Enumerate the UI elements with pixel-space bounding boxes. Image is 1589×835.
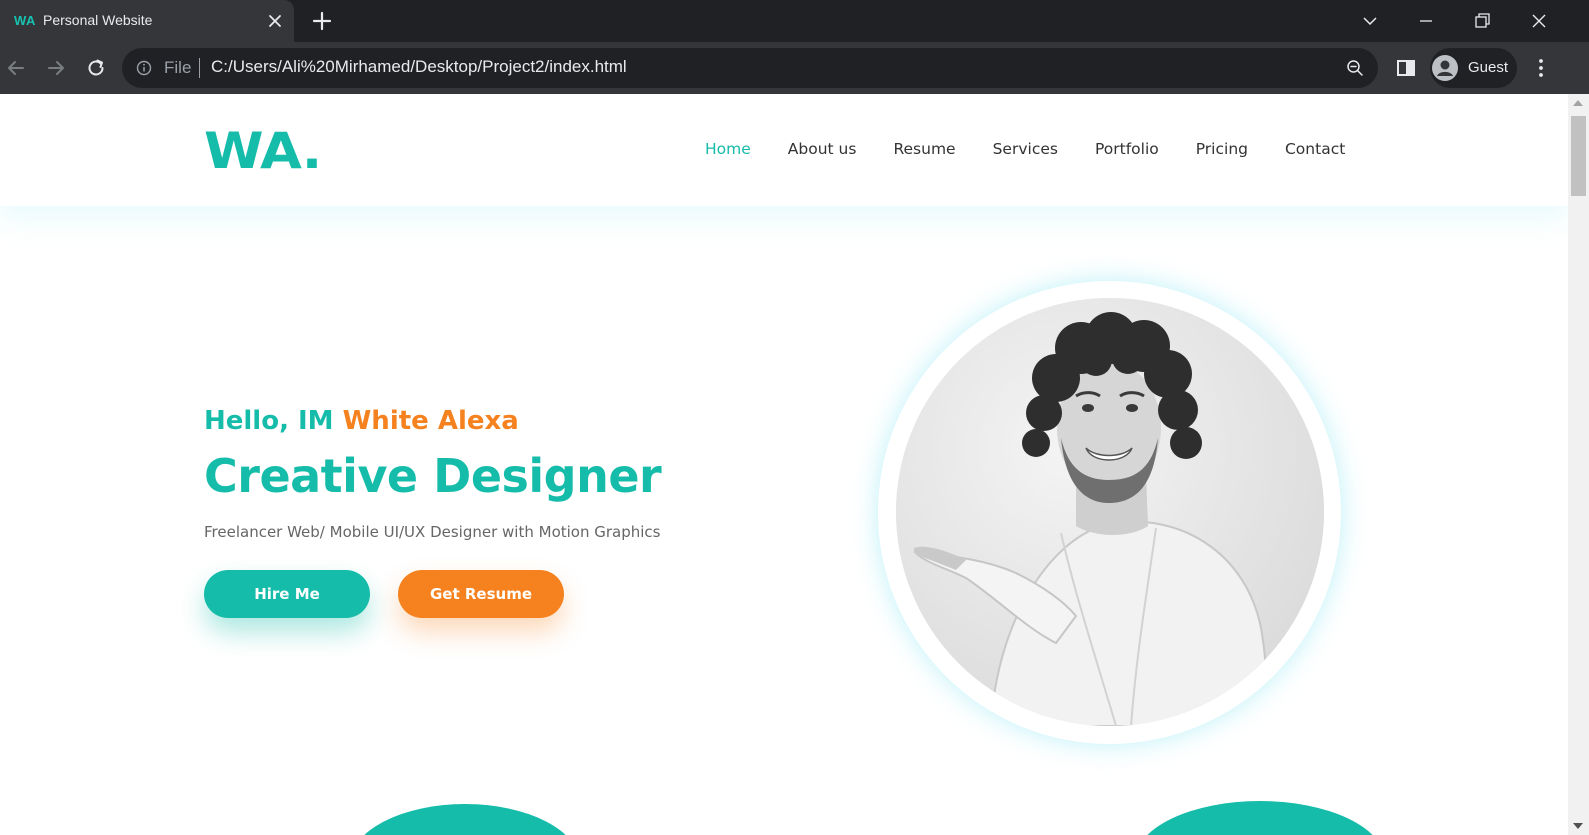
nav-resume[interactable]: Resume <box>893 140 955 158</box>
tab-favicon: WA <box>14 13 36 28</box>
new-tab-icon[interactable] <box>311 10 333 32</box>
tab-search-chevron-icon[interactable] <box>1359 10 1381 32</box>
reload-icon[interactable] <box>84 56 108 80</box>
address-separator <box>199 58 200 78</box>
scroll-down-arrow-icon[interactable] <box>1573 823 1583 829</box>
back-arrow-icon[interactable] <box>4 56 28 80</box>
profile-label: Guest <box>1468 59 1509 76</box>
page-viewport: WA. Home About us Resume Services Portfo… <box>0 94 1568 835</box>
site-header: WA. Home About us Resume Services Portfo… <box>0 94 1568 206</box>
nav-about-us[interactable]: About us <box>788 140 857 158</box>
hero-greeting-prefix: Hello, IM <box>204 406 334 436</box>
address-url-text[interactable]: C:/Users/Ali%20Mirhamed/Desktop/Project2… <box>211 57 627 77</box>
decorative-wave-right <box>1135 801 1385 835</box>
site-info-icon[interactable] <box>136 60 152 76</box>
address-bar[interactable]: File C:/Users/Ali%20Mirhamed/Desktop/Pro… <box>122 48 1378 88</box>
nav-contact[interactable]: Contact <box>1285 140 1345 158</box>
hire-me-button[interactable]: Hire Me <box>204 570 370 618</box>
nav-portfolio[interactable]: Portfolio <box>1095 140 1159 158</box>
hero-name: White Alexa <box>342 406 519 436</box>
browser-toolbar: File C:/Users/Ali%20Mirhamed/Desktop/Pro… <box>0 42 1589 94</box>
side-panel-icon[interactable] <box>1394 56 1418 80</box>
kebab-menu-icon[interactable] <box>1529 56 1553 80</box>
minimize-icon[interactable] <box>1415 10 1437 32</box>
page-scrollbar[interactable] <box>1568 94 1589 835</box>
profile-button[interactable]: Guest <box>1430 48 1517 88</box>
hero-greeting: Hello, IM White Alexa <box>204 406 519 436</box>
main-nav: Home About us Resume Services Portfolio … <box>705 140 1382 158</box>
hero-title: Creative Designer <box>204 449 662 503</box>
nav-pricing[interactable]: Pricing <box>1196 140 1248 158</box>
browser-tabstrip: WA Personal Website <box>0 0 1589 42</box>
get-resume-button[interactable]: Get Resume <box>398 570 564 618</box>
decorative-wave-left <box>350 804 580 835</box>
profile-photo <box>896 298 1324 726</box>
portrait-frame <box>878 281 1341 744</box>
guest-avatar-icon <box>1432 55 1458 81</box>
restore-icon[interactable] <box>1471 10 1493 32</box>
tab-title: Personal Website <box>43 12 153 28</box>
close-tab-icon[interactable] <box>266 12 284 30</box>
browser-tab-active[interactable]: WA Personal Website <box>0 0 294 42</box>
profile-photo-illustration <box>896 298 1324 726</box>
forward-arrow-icon[interactable] <box>44 56 68 80</box>
nav-home[interactable]: Home <box>705 140 751 158</box>
hero-subtitle: Freelancer Web/ Mobile UI/UX Designer wi… <box>204 523 661 541</box>
scrollbar-thumb[interactable] <box>1571 116 1586 196</box>
nav-services[interactable]: Services <box>993 140 1058 158</box>
site-logo[interactable]: WA. <box>204 122 322 180</box>
address-scheme-label: File <box>164 58 192 77</box>
close-window-icon[interactable] <box>1528 10 1550 32</box>
zoom-icon[interactable] <box>1346 59 1364 77</box>
scroll-up-arrow-icon[interactable] <box>1573 100 1583 106</box>
